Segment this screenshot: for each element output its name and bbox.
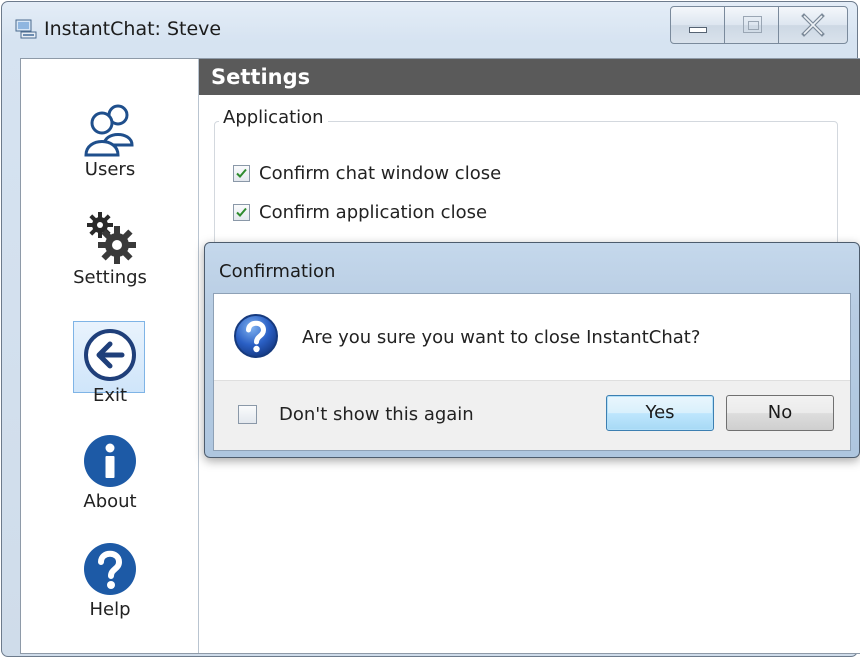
dont-show-again-label: Don't show this again — [279, 404, 474, 425]
gears-icon — [87, 212, 136, 264]
group-title: Application — [219, 107, 328, 128]
sidebar-item-label: Help — [89, 599, 131, 620]
dont-show-again-checkbox[interactable] — [238, 405, 257, 424]
users-icon — [84, 104, 134, 157]
minimize-icon — [689, 27, 707, 33]
sidebar-item-about[interactable]: About — [21, 433, 199, 512]
dialog-footer: Don't show this again Yes No — [214, 380, 850, 450]
confirmation-dialog: Confirmation Are you sure you want to cl… — [204, 242, 860, 458]
sidebar-item-users[interactable]: Users — [21, 101, 199, 180]
maximize-icon — [743, 16, 762, 33]
no-button[interactable]: No — [726, 395, 834, 431]
sidebar-item-exit[interactable]: Exit — [21, 327, 199, 406]
confirm-chat-close-option[interactable]: Confirm chat window close — [233, 163, 501, 184]
confirm-chat-close-checkbox[interactable] — [233, 165, 250, 182]
dialog-body: Are you sure you want to close InstantCh… — [213, 293, 851, 451]
question-icon — [234, 314, 278, 358]
dialog-message: Are you sure you want to close InstantCh… — [302, 327, 701, 348]
maximize-button[interactable] — [724, 6, 779, 44]
dialog-title: Confirmation — [219, 261, 336, 282]
dialog-message-area: Are you sure you want to close InstantCh… — [214, 294, 850, 380]
sidebar-item-label: Exit — [92, 385, 128, 406]
help-icon — [84, 543, 136, 595]
title-bar[interactable]: InstantChat: Steve — [2, 2, 857, 54]
dont-show-again-option[interactable]: Don't show this again — [238, 404, 474, 425]
confirm-app-close-checkbox[interactable] — [233, 204, 250, 221]
settings-header: Settings — [199, 59, 860, 95]
option-label: Confirm application close — [259, 202, 488, 223]
minimize-button[interactable] — [670, 6, 725, 44]
sidebar-item-label: Users — [84, 159, 136, 180]
sidebar: Users Settings Exit About Help — [21, 59, 199, 653]
confirm-app-close-option[interactable]: Confirm application close — [233, 202, 487, 223]
info-icon — [84, 435, 136, 487]
close-icon — [801, 13, 825, 37]
sidebar-item-settings[interactable]: Settings — [21, 209, 199, 288]
option-label: Confirm chat window close — [259, 163, 502, 184]
sidebar-item-label: Settings — [73, 267, 147, 288]
checkmark-icon — [236, 168, 247, 178]
sidebar-item-label: About — [83, 491, 137, 512]
back-arrow-icon — [84, 329, 136, 381]
yes-button[interactable]: Yes — [606, 395, 714, 431]
sidebar-item-help[interactable]: Help — [21, 541, 199, 620]
app-icon — [15, 19, 37, 39]
checkmark-icon — [236, 207, 247, 217]
window-title: InstantChat: Steve — [44, 18, 222, 40]
close-button[interactable] — [778, 6, 848, 44]
